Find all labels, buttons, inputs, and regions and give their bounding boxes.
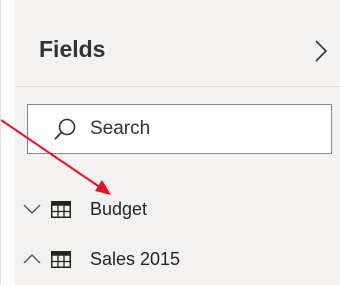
table-icon	[51, 250, 71, 268]
search-box[interactable]	[27, 104, 332, 154]
chevron-right-icon	[315, 40, 328, 62]
report-canvas-edge	[1, 0, 15, 285]
header-divider	[15, 86, 340, 87]
table-icon	[51, 200, 71, 218]
collapse-pane-button[interactable]	[311, 38, 331, 64]
field-table-budget[interactable]: Budget	[19, 194, 147, 224]
field-label-budget: Budget	[90, 198, 148, 219]
search-input[interactable]	[90, 118, 290, 140]
chevron-down-icon[interactable]	[23, 203, 41, 215]
field-table-sales-2015[interactable]: Sales 2015	[19, 244, 180, 274]
fields-pane: Fields Budget	[0, 0, 340, 285]
search-icon	[54, 118, 76, 140]
chevron-up-icon[interactable]	[23, 253, 41, 265]
field-label-sales-2015: Sales 2015	[90, 248, 181, 269]
pane-title: Fields	[39, 36, 106, 62]
